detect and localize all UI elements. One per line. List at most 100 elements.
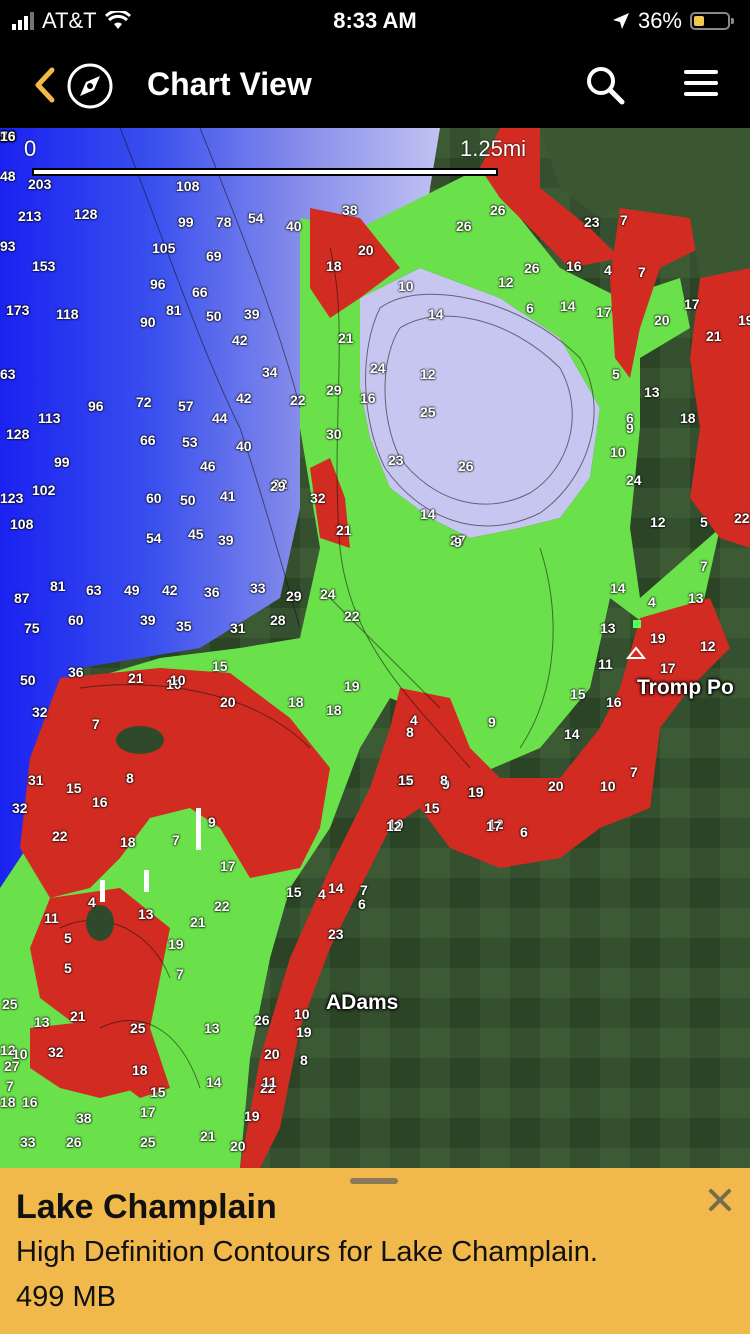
depth-label: 20 [264, 1046, 280, 1062]
depth-label: 14 [564, 726, 580, 742]
depth-label: 9 [454, 534, 462, 550]
depth-label: 11 [598, 656, 613, 672]
back-chevron-icon[interactable] [30, 66, 60, 104]
depth-label: 17 [486, 818, 502, 834]
depth-label: 33 [20, 1134, 36, 1150]
depth-label: 60 [146, 490, 162, 506]
depth-label: 18 [288, 694, 304, 710]
depth-label: 10 [610, 444, 626, 460]
depth-label: 32 [48, 1044, 64, 1060]
depth-label: 33 [250, 580, 266, 596]
depth-label: 13 [138, 906, 154, 922]
depth-label: 15 [150, 1084, 166, 1100]
depth-label: 34 [262, 364, 278, 380]
map-info-sheet[interactable]: Lake Champlain High Definition Contours … [0, 1168, 750, 1334]
depth-label: 23 [388, 452, 404, 468]
depth-label: 4 [318, 886, 326, 902]
channel-marker-icon[interactable] [196, 808, 201, 850]
depth-label: 128 [6, 426, 30, 442]
depth-label: 15 [212, 658, 228, 674]
depth-label: 18 [326, 702, 342, 718]
depth-label: 12 [700, 638, 716, 654]
depth-label: 23 [584, 214, 600, 230]
depth-label: 50 [180, 492, 196, 508]
depth-label: 203 [28, 176, 52, 192]
depth-label: 15 [424, 800, 440, 816]
place-label-tromp-point[interactable]: Tromp Po [637, 676, 734, 700]
depth-label: 27 [4, 1058, 20, 1074]
depth-label: 21 [338, 330, 354, 346]
depth-label: 8 [440, 772, 448, 788]
depth-label: 23 [328, 926, 344, 942]
depth-label: 7 [630, 764, 638, 780]
place-label-adams[interactable]: ADams [326, 991, 398, 1015]
depth-label: 17 [684, 296, 700, 312]
depth-label: 4 [410, 712, 418, 728]
depth-label: 46 [200, 458, 216, 474]
depth-label: 6 [358, 896, 366, 912]
depth-label: 13 [600, 620, 616, 636]
channel-marker-icon[interactable] [100, 880, 105, 902]
depth-label: 16 [606, 694, 622, 710]
depth-label: 21 [336, 522, 352, 538]
depth-label: 108 [176, 178, 200, 194]
depth-label: 26 [524, 260, 540, 276]
depth-label: 32 [32, 704, 48, 720]
depth-label: 9 [488, 714, 496, 730]
depth-label: 31 [28, 772, 44, 788]
search-icon[interactable] [584, 64, 626, 106]
depth-label: 18 [132, 1062, 148, 1078]
depth-label: 12 [498, 274, 514, 290]
battery-icon [690, 12, 734, 30]
depth-label: 10 [398, 278, 414, 294]
depth-label: 6 [520, 824, 528, 840]
depth-label: 14 [610, 580, 626, 596]
depth-label: 75 [24, 620, 40, 636]
depth-label: 15 [286, 884, 302, 900]
depth-label: 7 [6, 1078, 14, 1094]
drag-handle[interactable] [350, 1178, 398, 1184]
compass-icon[interactable] [66, 62, 114, 110]
depth-label: 39 [218, 532, 234, 548]
depth-label: 78 [216, 214, 232, 230]
depth-label: 22 [52, 828, 68, 844]
depth-label: 12 [386, 818, 402, 834]
depth-label: 45 [188, 526, 204, 542]
hamburger-menu-icon[interactable] [684, 68, 718, 98]
depth-label: 11 [262, 1074, 277, 1090]
depth-label: 10 [170, 672, 186, 688]
depth-label: 21 [200, 1128, 216, 1144]
marina-marker-icon[interactable] [633, 620, 641, 628]
depth-label: 20 [358, 242, 374, 258]
depth-label: 38 [76, 1110, 92, 1126]
depth-label: 36 [68, 664, 84, 680]
depth-label: 7 [620, 212, 628, 228]
depth-label: 50 [20, 672, 36, 688]
depth-label: 32 [310, 490, 326, 506]
depth-label: 35 [176, 618, 192, 634]
depth-label: 96 [150, 276, 166, 292]
depth-label: 10 [600, 778, 616, 794]
depth-label: 19 [650, 630, 666, 646]
depth-label: 14 [206, 1074, 222, 1090]
chart-map[interactable]: 0 1.25mi Tromp Po ADams 48 203 108 213 128 99… [0, 128, 750, 1168]
depth-label: 63 [86, 582, 102, 598]
depth-label: 36 [204, 584, 220, 600]
depth-label: 14 [560, 298, 576, 314]
depth-label: 13 [34, 1014, 50, 1030]
depth-label: 50 [206, 308, 222, 324]
depth-label: 25 [2, 996, 18, 1012]
depth-label: 87 [14, 590, 30, 606]
close-icon[interactable] [706, 1186, 734, 1214]
depth-label: 29 [270, 478, 286, 494]
depth-label: 4 [648, 594, 656, 610]
depth-label: 16 [92, 794, 108, 810]
depth-label: 29 [326, 382, 342, 398]
depth-label: 42 [162, 582, 178, 598]
depth-label: 18 [120, 834, 136, 850]
depth-label: 19 [168, 936, 184, 952]
channel-marker-icon[interactable] [144, 870, 149, 892]
scale-distance-label: 1.25mi [460, 136, 527, 161]
depth-label: 5 [700, 514, 708, 530]
depth-label: 21 [70, 1008, 86, 1024]
